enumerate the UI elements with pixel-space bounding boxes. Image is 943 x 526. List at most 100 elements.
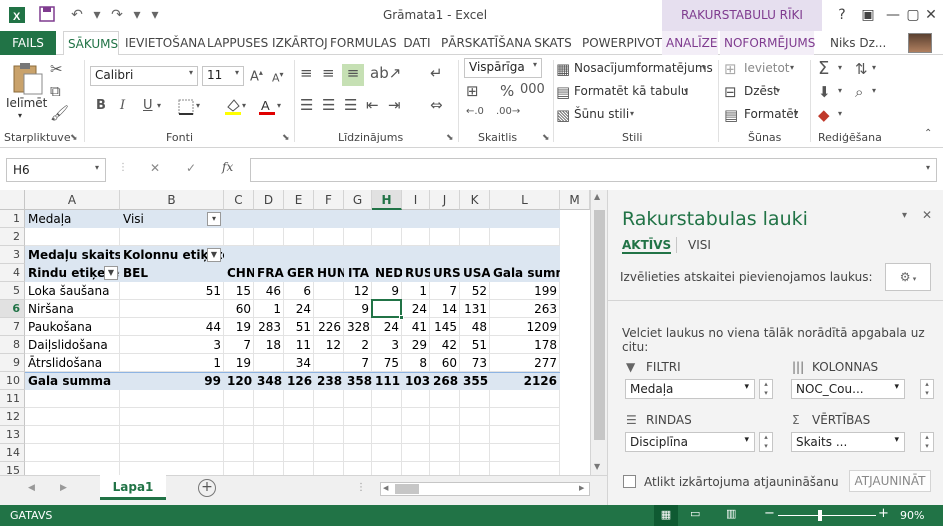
- table-cell[interactable]: 8: [402, 354, 430, 372]
- table-cell[interactable]: 52: [460, 282, 490, 300]
- column-header-f[interactable]: F: [314, 190, 344, 210]
- table-cell[interactable]: 73: [460, 354, 490, 372]
- row-label-cell[interactable]: Niršana: [25, 300, 120, 318]
- table-cell[interactable]: 12: [344, 282, 372, 300]
- format-painter-icon[interactable]: 🖌: [50, 104, 69, 122]
- bold-icon[interactable]: B: [96, 98, 106, 113]
- table-cell[interactable]: 263: [490, 300, 560, 318]
- table-cell[interactable]: 7: [224, 336, 254, 354]
- table-cell[interactable]: 199: [490, 282, 560, 300]
- column-header-cell[interactable]: RUS: [402, 264, 430, 282]
- column-header-g[interactable]: G: [344, 190, 372, 210]
- move-field-stepper[interactable]: ▴ ▾: [759, 432, 773, 452]
- selected-cell-h6[interactable]: [371, 299, 402, 318]
- format-as-table-icon[interactable]: ▤: [556, 83, 570, 101]
- grand-total-cell[interactable]: 348: [254, 372, 284, 390]
- horizontal-scrollbar[interactable]: ◀ ▶: [380, 482, 590, 496]
- columns-field-noc[interactable]: NOC_Cou... ▾: [791, 379, 905, 399]
- tab-analyze[interactable]: ANALĪZE: [662, 31, 718, 55]
- column-filter-icon[interactable]: ▼: [207, 248, 221, 262]
- table-cell[interactable]: 131: [460, 300, 490, 318]
- align-middle-icon[interactable]: ≡: [322, 64, 335, 82]
- merge-center-icon[interactable]: ⇔: [430, 96, 443, 114]
- name-box[interactable]: H6 ▾: [6, 158, 106, 182]
- delete-cells-button[interactable]: Dzēst: [744, 84, 778, 98]
- table-cell[interactable]: 75: [372, 354, 402, 372]
- font-color-icon[interactable]: A: [258, 97, 276, 118]
- enter-icon[interactable]: ✓: [186, 161, 196, 175]
- table-cell[interactable]: 277: [490, 354, 560, 372]
- tab-page-layout[interactable]: LAPPUSES IZKĀRTOJ: [203, 31, 328, 55]
- paste-icon[interactable]: [10, 62, 44, 96]
- tab-insert[interactable]: IEVIETOŠANA: [121, 31, 205, 55]
- scrollbar-thumb[interactable]: [395, 484, 419, 494]
- table-cell[interactable]: 60: [430, 354, 460, 372]
- column-header-e[interactable]: E: [284, 190, 314, 210]
- table-cell[interactable]: 2: [344, 336, 372, 354]
- table-cell[interactable]: 3: [120, 336, 224, 354]
- table-cell[interactable]: 46: [254, 282, 284, 300]
- cell-styles-icon[interactable]: ▧: [556, 106, 570, 124]
- splitter[interactable]: [608, 300, 943, 301]
- shrink-font-icon[interactable]: A▾: [272, 70, 284, 85]
- orientation-icon[interactable]: ab↗: [370, 64, 401, 82]
- table-cell[interactable]: [314, 354, 344, 372]
- formula-input[interactable]: ▾: [250, 158, 937, 182]
- row-header-8[interactable]: 8: [0, 336, 25, 354]
- save-icon[interactable]: [38, 6, 56, 24]
- grand-total-cell[interactable]: 99: [120, 372, 224, 390]
- cut-icon[interactable]: ✂: [50, 60, 63, 78]
- table-cell[interactable]: 51: [284, 318, 314, 336]
- redo-icon[interactable]: ↷: [108, 6, 126, 24]
- table-cell[interactable]: 19: [224, 318, 254, 336]
- table-cell[interactable]: 3: [372, 336, 402, 354]
- row-label-cell[interactable]: Loka šaušana: [25, 282, 120, 300]
- font-color-dropdown-icon[interactable]: ▾: [277, 101, 281, 110]
- table-cell[interactable]: 1: [120, 354, 224, 372]
- insert-cells-button[interactable]: Ievietot: [744, 61, 790, 75]
- cell-styles-button[interactable]: Šūnu stili: [574, 107, 629, 121]
- table-cell[interactable]: 41: [402, 318, 430, 336]
- chevron-down-icon[interactable]: ▾: [702, 63, 706, 72]
- delete-cells-icon[interactable]: ⊟: [724, 83, 737, 101]
- chevron-down-icon[interactable]: ▾: [744, 435, 749, 445]
- row-label-cell[interactable]: Daiļslidošana: [25, 336, 120, 354]
- table-cell[interactable]: 226: [314, 318, 344, 336]
- zoom-slider-thumb[interactable]: [818, 510, 822, 521]
- column-header-j[interactable]: J: [430, 190, 460, 210]
- borders-dropdown-icon[interactable]: ▾: [196, 101, 200, 110]
- column-header-i[interactable]: I: [402, 190, 430, 210]
- filter-dropdown-icon[interactable]: ▾: [207, 212, 221, 226]
- grow-font-icon[interactable]: A▴: [250, 68, 263, 84]
- filters-field-medala[interactable]: Medaļa ▾: [625, 379, 755, 399]
- column-header-l[interactable]: L: [490, 190, 560, 210]
- format-as-table-button[interactable]: Formatēt kā tabulu: [574, 84, 689, 98]
- grand-total-cell[interactable]: 126: [284, 372, 314, 390]
- row-header-9[interactable]: 9: [0, 354, 25, 372]
- table-cell[interactable]: 48: [460, 318, 490, 336]
- conditional-formatting-button[interactable]: Nosacījumformatējums: [574, 61, 713, 75]
- table-cell[interactable]: 1: [402, 282, 430, 300]
- select-all-button[interactable]: [0, 190, 25, 210]
- defer-update-checkbox[interactable]: [623, 475, 636, 488]
- pivot-values-label[interactable]: Medaļu skaits: [25, 246, 120, 264]
- column-header-cell[interactable]: BEL: [120, 264, 224, 282]
- update-button[interactable]: ATJAUNINĀT: [849, 470, 931, 492]
- chevron-down-icon[interactable]: ▾: [95, 163, 99, 172]
- column-header-b[interactable]: B: [120, 190, 224, 210]
- grand-total-cell[interactable]: 120: [224, 372, 254, 390]
- table-cell[interactable]: 11: [284, 336, 314, 354]
- row-label-cell[interactable]: Ātrslidošana: [25, 354, 120, 372]
- vertical-scrollbar[interactable]: ▲ ▼: [590, 190, 607, 475]
- sheet-tab-lapa1[interactable]: Lapa1: [100, 475, 166, 500]
- dialog-launcher-icon[interactable]: ⬊: [446, 133, 454, 143]
- close-icon[interactable]: ✕: [922, 208, 932, 222]
- table-cell[interactable]: 42: [430, 336, 460, 354]
- cancel-icon[interactable]: ✕: [150, 161, 160, 175]
- fill-dropdown-icon[interactable]: ▾: [242, 101, 246, 110]
- undo-icon[interactable]: ↶: [68, 6, 86, 24]
- tab-all[interactable]: VISI: [688, 238, 711, 252]
- table-cell[interactable]: 1: [254, 300, 284, 318]
- table-cell[interactable]: 51: [120, 282, 224, 300]
- filter-label-cell[interactable]: Medaļa: [25, 210, 120, 228]
